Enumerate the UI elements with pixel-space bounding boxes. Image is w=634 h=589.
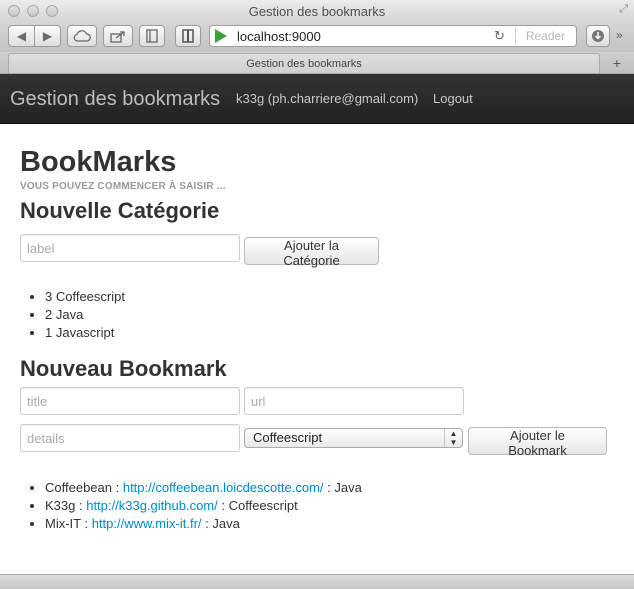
main-content: BookMarks VOUS POUVEZ COMMENCER À SAISIR…: [20, 145, 620, 224]
list-item: 3 Coffeescript: [45, 288, 125, 306]
category-heading: Nouvelle Catégorie: [20, 198, 220, 223]
forward-arrow-icon: ▶: [42, 29, 53, 43]
bookmark-category: Coffeescript: [228, 498, 298, 513]
share-button[interactable]: [103, 25, 133, 47]
details-input[interactable]: [20, 424, 240, 452]
list-item: Coffeebean : http://coffeebean.loicdesco…: [45, 479, 362, 497]
title-input[interactable]: [20, 387, 240, 415]
tab-bar: Gestion des bookmarks +: [0, 52, 634, 74]
new-tab-button[interactable]: +: [605, 54, 629, 72]
bookmark-list: Coffeebean : http://coffeebean.loicdesco…: [45, 479, 362, 533]
separator: :: [323, 480, 335, 495]
bookmark-name: Mix-IT: [45, 516, 81, 531]
add-bookmark-button[interactable]: Ajouter le Bookmark: [468, 427, 607, 458]
book-icon: [146, 29, 158, 43]
list-item: 1 Javascript: [45, 324, 125, 342]
back-arrow-icon: ◀: [16, 29, 27, 43]
category-select[interactable]: Coffeescript ▲ ▼: [244, 428, 463, 448]
updown-arrows-icon: ▲ ▼: [444, 429, 462, 447]
category-select-value: Coffeescript: [253, 430, 323, 445]
bookmark-heading: Nouveau Bookmark: [20, 356, 227, 381]
bookmark-link[interactable]: http://k33g.github.com/: [86, 498, 218, 513]
reader-button[interactable]: Reader: [515, 27, 575, 45]
fullscreen-icon[interactable]: ⤢: [619, 3, 628, 16]
icloud-tabs-button[interactable]: [67, 25, 97, 47]
category-label-input[interactable]: [20, 234, 240, 262]
tab-bookmarks[interactable]: Gestion des bookmarks: [8, 53, 600, 73]
url-text[interactable]: localhost:9000: [237, 29, 321, 44]
forward-button[interactable]: ▶: [34, 25, 61, 47]
download-icon: [592, 30, 604, 42]
navbar-brand[interactable]: Gestion des bookmarks: [10, 88, 220, 111]
downloads-button[interactable]: [586, 25, 610, 47]
separator: :: [201, 516, 213, 531]
overflow-chevron-icon[interactable]: »: [616, 28, 623, 42]
bookmark-link[interactable]: http://coffeebean.loicdescotte.com/: [123, 480, 324, 495]
bookmark-link[interactable]: http://www.mix-it.fr/: [92, 516, 202, 531]
bookmark-name: K33g: [45, 498, 76, 513]
bookmark-name: Coffeebean: [45, 480, 112, 495]
separator: :: [80, 516, 92, 531]
page-status-icon: [215, 29, 227, 43]
list-item: 2 Java: [45, 306, 125, 324]
page-subtitle: VOUS POUVEZ COMMENCER À SAISIR ...: [20, 181, 226, 192]
address-bar[interactable]: localhost:9000 ↻ Reader: [209, 25, 577, 47]
logout-link[interactable]: Logout: [433, 91, 473, 106]
reading-list-icon: [182, 29, 194, 43]
url-input[interactable]: [244, 387, 464, 415]
navbar-user[interactable]: k33g (ph.charriere@gmail.com): [236, 91, 418, 106]
separator: :: [112, 480, 123, 495]
share-icon: [110, 30, 125, 43]
bookmarks-button[interactable]: [139, 25, 165, 47]
window-title: Gestion des bookmarks: [248, 4, 386, 19]
add-category-button[interactable]: Ajouter la Catégorie: [244, 237, 379, 268]
list-item: K33g : http://k33g.github.com/ : Coffees…: [45, 497, 362, 515]
browser-toolbar: ◀ ▶ localhost:9000 ↻ Reader »: [0, 22, 634, 52]
separator: :: [217, 498, 229, 513]
separator: :: [75, 498, 87, 513]
status-bar: [0, 574, 634, 589]
page-title: BookMarks: [20, 146, 177, 178]
cloud-icon: [73, 30, 91, 42]
site-navbar: Gestion des bookmarks k33g (ph.charriere…: [0, 74, 634, 124]
back-button[interactable]: ◀: [8, 25, 35, 47]
window-titlebar: Gestion des bookmarks ⤢: [0, 0, 634, 22]
reload-icon[interactable]: ↻: [494, 28, 505, 44]
list-item: Mix-IT : http://www.mix-it.fr/ : Java: [45, 515, 362, 533]
bookmark-category: Java: [334, 480, 362, 495]
reading-list-button[interactable]: [175, 25, 201, 47]
category-list: 3 Coffeescript 2 Java 1 Javascript: [45, 288, 125, 342]
bookmark-category: Java: [212, 516, 240, 531]
